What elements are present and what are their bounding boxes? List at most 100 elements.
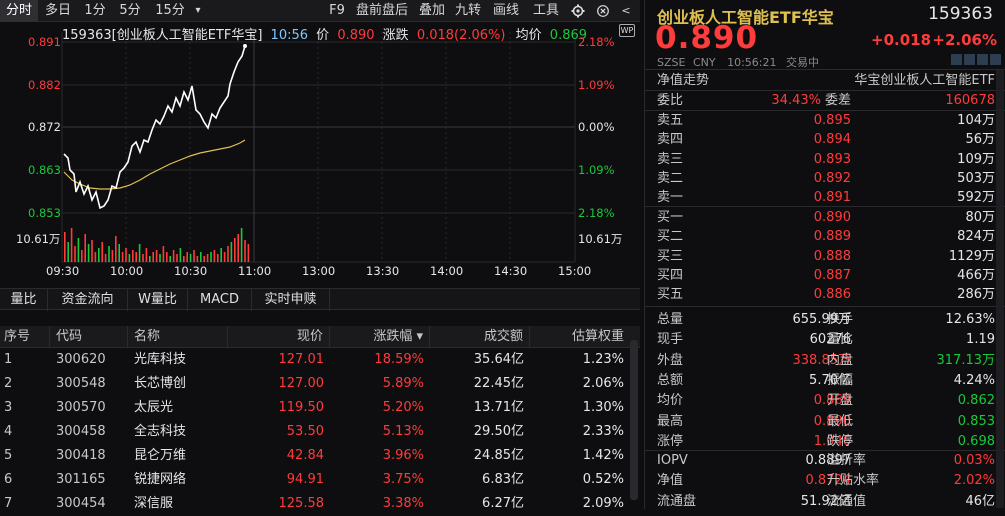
- bid-volume: 466万: [957, 267, 995, 283]
- tab-multiday[interactable]: 多日: [40, 0, 76, 22]
- f9-button[interactable]: F9: [326, 0, 348, 22]
- volume-bar: [84, 234, 86, 262]
- col-index[interactable]: 序号: [0, 326, 50, 348]
- volume-bar: [121, 252, 124, 262]
- weicha-label: 委差: [825, 93, 852, 108]
- table-row[interactable]: 4 300458 全志科技 53.50 5.13% 29.50亿 2.33%: [0, 420, 640, 444]
- stat-label: 涨停: [657, 433, 684, 449]
- row-turnover: 13.71亿: [473, 400, 524, 415]
- col-turnover[interactable]: 成交额: [430, 326, 530, 348]
- bid-price: 0.889: [813, 229, 851, 245]
- price-change: +0.018: [871, 31, 932, 49]
- draw-button[interactable]: 画线: [490, 0, 522, 22]
- nine-turn-button[interactable]: 九转: [452, 0, 484, 22]
- row-change-pct: 5.20%: [382, 400, 424, 415]
- gear-icon[interactable]: [568, 0, 588, 22]
- col-code[interactable]: 代码: [50, 326, 128, 348]
- bid-volume: 1129万: [948, 248, 995, 264]
- volume-bar: [203, 256, 205, 262]
- window-icon[interactable]: WP: [619, 24, 635, 37]
- table-row[interactable]: 6 301165 锐捷网络 94.91 3.75% 6.83亿 0.52%: [0, 468, 640, 492]
- tab-volume-ratio[interactable]: 量比: [0, 289, 48, 311]
- volume-bar: [220, 248, 222, 262]
- tools-button[interactable]: 工具: [530, 0, 562, 22]
- table-row[interactable]: 2 300548 长芯博创 127.00 5.89% 22.45亿 2.06%: [0, 372, 640, 396]
- chart-icon[interactable]: [951, 54, 962, 65]
- tab-fund-flow[interactable]: 资金流向: [48, 289, 128, 311]
- volume-bar: [162, 246, 165, 262]
- col-name[interactable]: 名称: [128, 326, 228, 348]
- col-price[interactable]: 现价: [228, 326, 330, 348]
- row-change-pct: 5.13%: [382, 424, 424, 439]
- volume-bar: [230, 242, 233, 262]
- stat-label: 现手: [657, 332, 684, 348]
- weibi-value: 34.43%: [771, 93, 821, 108]
- tab-1min[interactable]: 1分: [80, 0, 110, 22]
- period-dropdown-icon[interactable]: ▾: [190, 0, 206, 22]
- stat-label: 流通值: [827, 493, 867, 509]
- premarket-button[interactable]: 盘前盘后: [352, 0, 412, 22]
- close-icon[interactable]: [594, 0, 612, 22]
- tab-5min[interactable]: 5分: [114, 0, 146, 22]
- table-row[interactable]: 3 300570 太辰光 119.50 5.20% 13.71亿 1.30%: [0, 396, 640, 420]
- volume-bar: [87, 244, 90, 262]
- volume-bar: [145, 248, 148, 262]
- row-code: 300458: [56, 424, 106, 439]
- y-label-left: 0.872: [28, 120, 61, 134]
- table-row[interactable]: 1 300620 光库科技 127.01 18.59% 35.64亿 1.23%: [0, 348, 640, 372]
- table-scrollbar[interactable]: [630, 340, 638, 500]
- last-price: 0.890: [655, 20, 759, 56]
- y-label-left: 0.891: [28, 35, 61, 49]
- nav-trend-link[interactable]: 净值走势: [657, 72, 709, 90]
- quote-scrollbar[interactable]: [996, 70, 1004, 508]
- ask-volume: 109万: [957, 151, 995, 167]
- row-code: 300548: [56, 376, 106, 391]
- table-row[interactable]: 7 300454 深信服 125.58 3.38% 6.27亿 2.09%: [0, 492, 640, 516]
- stat-label: 外盘: [657, 352, 684, 368]
- row-index: 6: [4, 472, 13, 487]
- row-index: 7: [4, 496, 13, 511]
- ask-price: 0.891: [813, 190, 851, 206]
- tab-realtime-redemption[interactable]: 实时申赎: [252, 289, 330, 311]
- row-price: 125.58: [278, 496, 325, 511]
- grid-icon[interactable]: [990, 54, 1001, 65]
- ask-volume: 56万: [965, 132, 995, 148]
- pen-icon[interactable]: [964, 54, 975, 65]
- tab-15min[interactable]: 15分: [150, 0, 190, 22]
- quote-time: 10:56:21: [727, 56, 777, 69]
- row-code: 301165: [56, 472, 106, 487]
- row-weight: 0.52%: [582, 472, 624, 487]
- table-row[interactable]: 5 300418 昆仑万维 42.84 3.96% 24.85亿 1.42%: [0, 444, 640, 468]
- tab-w-volume-ratio[interactable]: W量比: [128, 289, 188, 311]
- y-label-volume-left: 10.61万: [16, 232, 61, 246]
- col-change-pct[interactable]: 涨跌幅 ▾: [330, 326, 430, 348]
- ask-label: 卖一: [657, 190, 684, 206]
- tab-intraday[interactable]: 分时: [0, 0, 38, 22]
- volume-bar: [234, 238, 236, 262]
- market: SZSE: [657, 56, 686, 69]
- x-label: 14:30: [494, 264, 528, 278]
- bid-label: 买一: [657, 210, 684, 225]
- stat-label: 净值: [657, 473, 684, 489]
- x-label: 09:30: [46, 264, 80, 278]
- stat-value: 4.24%: [953, 372, 995, 388]
- list-icon[interactable]: [977, 54, 988, 65]
- tab-macd[interactable]: MACD: [188, 289, 252, 311]
- col-weight[interactable]: 估算权重: [530, 326, 630, 348]
- volume-bar: [125, 248, 127, 262]
- ask-label: 卖四: [657, 132, 684, 148]
- chart-price-label: 价: [316, 28, 330, 43]
- overlay-button[interactable]: 叠加: [416, 0, 448, 22]
- intraday-chart[interactable]: 159363[创业板人工智能ETF华宝] 10:56 价 0.890 涨跌 0.…: [0, 22, 640, 284]
- stat-value: 0.862: [957, 393, 995, 409]
- volume-bar: [240, 228, 243, 262]
- row-index: 3: [4, 400, 13, 415]
- collapse-icon[interactable]: <: [616, 0, 636, 22]
- volume-bar: [77, 238, 80, 262]
- quote-panel-icons: [949, 54, 1001, 68]
- bid-price: 0.887: [813, 267, 851, 283]
- ask-price: 0.892: [813, 170, 851, 186]
- stat-label: 内盘: [827, 352, 854, 368]
- row-name: 深信服: [134, 496, 174, 511]
- row-index: 2: [4, 376, 13, 391]
